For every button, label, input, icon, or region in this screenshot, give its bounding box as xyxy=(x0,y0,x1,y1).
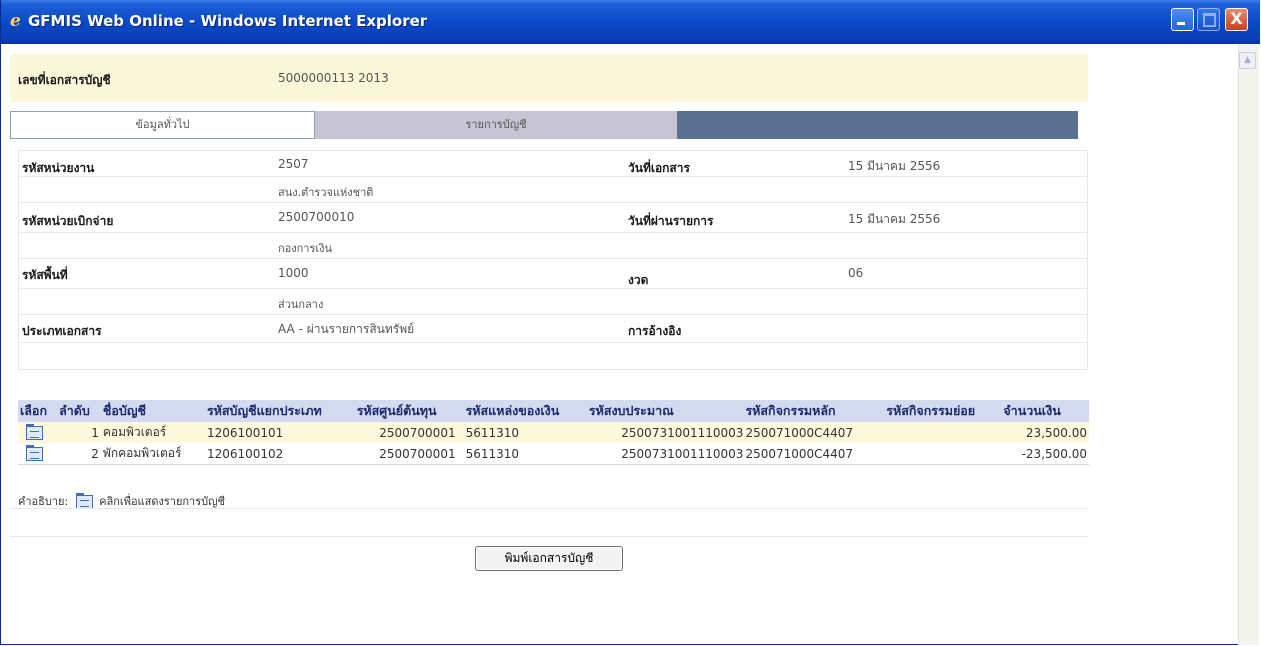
disbursement-unit-name: กองการเงิน xyxy=(278,242,333,255)
table-row[interactable]: 2 พักคอมพิวเตอร์ 1206100102 2500700001 5… xyxy=(18,443,1089,465)
agency-code-value: 2507 xyxy=(278,157,309,171)
vertical-scrollbar[interactable] xyxy=(1238,44,1259,645)
agency-name-value: สนง.ตำรวจแห่งชาติ xyxy=(278,186,374,199)
period-label: งวด xyxy=(628,273,649,287)
cost-center-cell: 2500700001 xyxy=(354,443,464,465)
document-folder-icon[interactable] xyxy=(26,423,43,440)
gl-code-cell: 1206100101 xyxy=(204,422,355,443)
legend-text: คลิกเพื่อแสดงรายการบัญชี xyxy=(99,495,225,508)
reference-label: การอ้างอิง xyxy=(628,324,682,338)
document-type-label: ประเภทเอกสาร xyxy=(22,324,102,338)
account-name-cell: พักคอมพิวเตอร์ xyxy=(100,443,205,465)
divider xyxy=(18,314,1088,315)
window-title: GFMIS Web Online - Windows Internet Expl… xyxy=(28,12,428,30)
divider xyxy=(10,508,1088,509)
agency-code-label: รหัสหน่วยงาน xyxy=(22,161,95,175)
document-date-value: 15 มีนาคม 2556 xyxy=(848,159,941,173)
divider xyxy=(18,232,1088,233)
col-main-activity: รหัสกิจกรรมหลัก xyxy=(743,400,885,422)
period-value: 06 xyxy=(848,266,864,280)
divider xyxy=(18,288,1088,289)
area-code-value: 1000 xyxy=(278,266,309,280)
scroll-up-arrow-icon[interactable]: ▲ xyxy=(1239,52,1256,69)
tab-account-items[interactable]: รายการบัญชี xyxy=(315,111,677,139)
col-fund-source: รหัสแหล่งของเงิน xyxy=(463,400,587,422)
col-cost-center: รหัสศูนย์ต้นทุน xyxy=(354,400,464,422)
title-bar: e GFMIS Web Online - Windows Internet Ex… xyxy=(1,0,1260,44)
doc-number-value: 5000000113 2013 xyxy=(278,71,389,85)
minimize-button[interactable] xyxy=(1171,8,1194,31)
document-header xyxy=(10,54,1088,102)
account-name-cell: คอมพิวเตอร์ xyxy=(100,422,205,443)
divider xyxy=(18,202,1088,203)
col-budget-code: รหัสงบประมาณ xyxy=(586,400,744,422)
cost-center-cell: 2500700001 xyxy=(354,422,464,443)
maximize-button[interactable] xyxy=(1197,8,1220,31)
fund-source-cell: 5611310 xyxy=(463,443,587,465)
main-activity-cell: 250071000C4407 xyxy=(743,443,885,465)
close-button[interactable]: X xyxy=(1225,8,1248,31)
fund-source-cell: 5611310 xyxy=(463,422,587,443)
internet-explorer-icon: e xyxy=(10,11,21,31)
general-info-panel xyxy=(18,150,1088,370)
table-header-row: เลือก ลำดับ ชื่อบัญชี รหัสบัญชีแยกประเภท… xyxy=(18,400,1089,422)
col-gl-code: รหัสบัญชีแยกประเภท xyxy=(204,400,355,422)
col-sub-activity: รหัสกิจกรรมย่อย xyxy=(884,400,1002,422)
sub-activity-cell xyxy=(884,422,1002,443)
sub-activity-cell xyxy=(884,443,1002,465)
divider xyxy=(18,258,1088,259)
table-row[interactable]: 1 คอมพิวเตอร์ 1206100101 2500700001 5611… xyxy=(18,422,1089,443)
main-activity-cell: 250071000C4407 xyxy=(743,422,885,443)
posting-date-label: วันที่ผ่านรายการ xyxy=(628,214,714,228)
area-code-label: รหัสพื้นที่ xyxy=(22,268,68,282)
amount-cell: 23,500.00 xyxy=(1001,422,1089,443)
print-document-button[interactable]: พิมพ์เอกสารบัญชี xyxy=(475,546,623,571)
col-seq: ลำดับ xyxy=(57,400,101,422)
disbursement-unit-value: 2500700010 xyxy=(278,210,355,224)
legend-prefix: คำอธิบาย: xyxy=(18,495,69,508)
document-type-value: AA - ผ่านรายการสินทรัพย์ xyxy=(278,322,415,336)
budget-code-cell: 2500731001110003 xyxy=(586,422,744,443)
seq-cell: 1 xyxy=(57,422,101,443)
col-account-name: ชื่อบัญชี xyxy=(100,400,205,422)
gl-code-cell: 1206100102 xyxy=(204,443,355,465)
select-cell[interactable] xyxy=(18,443,58,465)
tab-general-info[interactable]: ข้อมูลทั่วไป xyxy=(10,111,315,139)
col-amount: จำนวนเงิน xyxy=(1001,400,1089,422)
posting-date-value: 15 มีนาคม 2556 xyxy=(848,212,941,226)
doc-number-label: เลขที่เอกสารบัญชี xyxy=(18,73,111,87)
divider xyxy=(10,536,1088,537)
amount-cell: -23,500.00 xyxy=(1001,443,1089,465)
document-date-label: วันที่เอกสาร xyxy=(628,161,690,175)
document-folder-icon xyxy=(75,493,93,509)
select-cell[interactable] xyxy=(18,422,58,443)
area-name-value: ส่วนกลาง xyxy=(278,298,324,311)
divider xyxy=(18,176,1088,177)
document-folder-icon[interactable] xyxy=(26,444,43,461)
disbursement-unit-label: รหัสหน่วยเบิกจ่าย xyxy=(22,214,114,228)
seq-cell: 2 xyxy=(57,443,101,465)
budget-code-cell: 2500731001110003 xyxy=(586,443,744,465)
account-items-table: เลือก ลำดับ ชื่อบัญชี รหัสบัญชีแยกประเภท… xyxy=(18,400,1089,465)
col-select: เลือก xyxy=(18,400,58,422)
divider xyxy=(18,342,1088,343)
